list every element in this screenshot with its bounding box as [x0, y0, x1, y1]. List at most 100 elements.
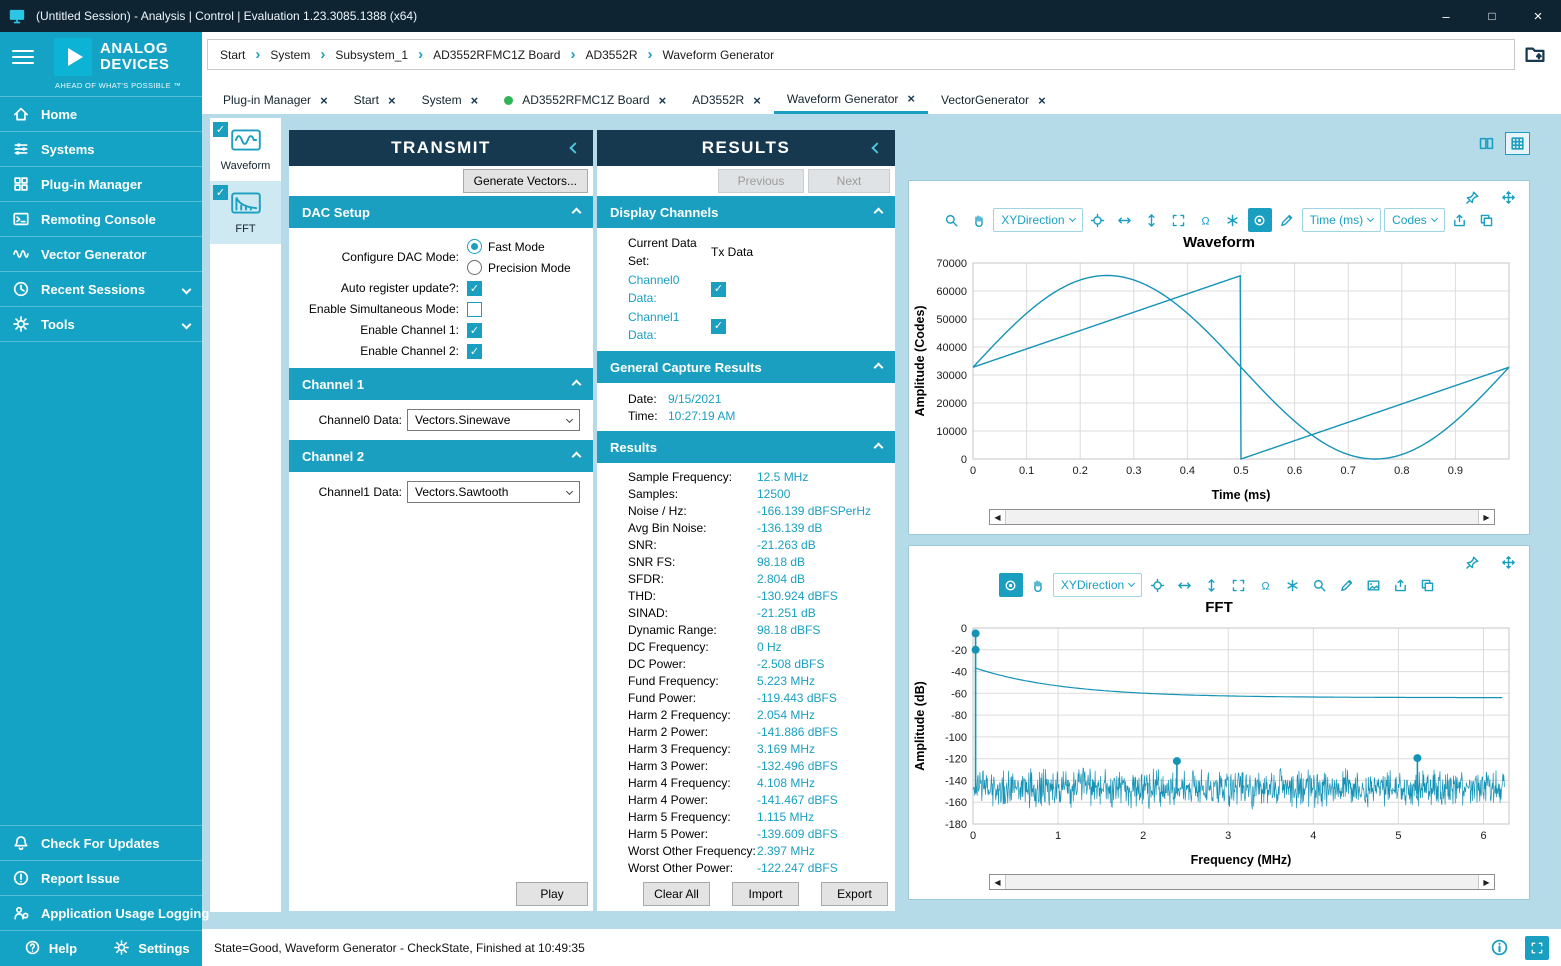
next-button[interactable]: Next — [808, 169, 890, 193]
pencil-icon[interactable] — [1275, 208, 1299, 232]
sidebar-item-recent-sessions[interactable]: Recent Sessions — [0, 272, 202, 307]
tab-close-icon[interactable]: × — [659, 94, 667, 107]
clear-all-button[interactable]: Clear All — [643, 882, 710, 906]
asterisk-icon[interactable] — [1280, 573, 1304, 597]
checkbox-channel1-data[interactable]: ✓ — [711, 319, 726, 334]
tab-close-icon[interactable]: × — [471, 94, 479, 107]
tab-close-icon[interactable]: × — [907, 92, 915, 105]
sidebar-item-systems[interactable]: Systems — [0, 132, 202, 167]
codes-button[interactable]: Codes — [1384, 208, 1445, 232]
breadcrumb-item-system[interactable]: System — [270, 48, 310, 62]
target-icon[interactable] — [1145, 573, 1169, 597]
copy-icon[interactable] — [1415, 573, 1439, 597]
export-icon[interactable] — [1388, 573, 1412, 597]
close-icon[interactable]: × — [1515, 0, 1561, 32]
tab-start[interactable]: Start× — [341, 86, 409, 114]
collapse-up-icon[interactable] — [874, 207, 884, 217]
sidebar-item-settings[interactable]: Settings — [101, 931, 202, 966]
image-icon[interactable] — [1361, 573, 1385, 597]
target-icon[interactable] — [1086, 208, 1110, 232]
h-range-icon[interactable] — [1172, 573, 1196, 597]
sidebar-item-help[interactable]: Help — [0, 931, 101, 966]
chart-layout-grid-button[interactable] — [1505, 132, 1530, 155]
checkbox-auto-register-update[interactable]: ✓ — [467, 281, 482, 296]
menu-toggle-icon[interactable] — [12, 46, 34, 68]
checkbox-enable-channel-2[interactable]: ✓ — [467, 344, 482, 359]
fft-plot[interactable]: 01234560-20-40-60-80-100-120-140-160-180… — [909, 620, 1531, 870]
maximize-icon[interactable]: □ — [1469, 0, 1515, 32]
export-button[interactable]: Export — [821, 882, 888, 906]
copy-icon[interactable] — [1475, 208, 1499, 232]
collapse-up-icon[interactable] — [572, 379, 582, 389]
sidebar-item-report-issue[interactable]: Report Issue — [0, 860, 202, 895]
view-tile-waveform[interactable]: ✓Waveform — [210, 118, 281, 181]
xydirection-button[interactable]: XYDirection — [993, 208, 1082, 232]
layout-grid-button[interactable] — [1525, 936, 1549, 960]
sidebar-item-tools[interactable]: Tools — [0, 307, 202, 342]
radio-button-icon[interactable] — [467, 239, 482, 254]
tab-close-icon[interactable]: × — [388, 94, 396, 107]
pan-icon[interactable] — [966, 208, 990, 232]
move-icon[interactable] — [1499, 188, 1517, 206]
generate-vectors-button[interactable]: Generate Vectors... — [463, 169, 588, 193]
datapoint-icon[interactable] — [1248, 208, 1272, 232]
minimize-icon[interactable]: – — [1423, 0, 1469, 32]
waveform-x-scrollbar[interactable]: ◀ ▶ — [989, 509, 1495, 525]
datapoint-icon[interactable] — [999, 573, 1023, 597]
checkbox-channel0-data[interactable]: ✓ — [711, 282, 726, 297]
waveform-plot[interactable]: 00.10.20.30.40.50.60.70.80.9010000200003… — [909, 255, 1531, 505]
sidebar-item-plugin-manager[interactable]: Plug-in Manager — [0, 167, 202, 202]
collapse-left-icon[interactable] — [871, 142, 882, 153]
scrollbar-thumb[interactable] — [1005, 510, 1479, 524]
breadcrumb-item-ad3552rfmc1z-board[interactable]: AD3552RFMC1Z Board — [433, 48, 560, 62]
sidebar-item-remoting-console[interactable]: Remoting Console — [0, 202, 202, 237]
results-header[interactable]: RESULTS — [597, 130, 895, 166]
tab-close-icon[interactable]: × — [1038, 94, 1046, 107]
tab-ad3552rfmc1z-board[interactable]: AD3552RFMC1Z Board× — [491, 86, 679, 114]
play-button[interactable]: Play — [516, 882, 588, 906]
tab-vectorgenerator[interactable]: VectorGenerator× — [928, 86, 1059, 114]
time-ms-button[interactable]: Time (ms) — [1302, 208, 1382, 232]
scrollbar-thumb[interactable] — [1005, 875, 1479, 889]
tab-close-icon[interactable]: × — [320, 94, 328, 107]
general-capture-section-header[interactable]: General Capture Results — [597, 351, 895, 383]
collapse-up-icon[interactable] — [572, 207, 582, 217]
tab-system[interactable]: System× — [409, 86, 492, 114]
import-button[interactable]: Import — [732, 882, 799, 906]
pan-icon[interactable] — [1026, 573, 1050, 597]
tab-waveform-generator[interactable]: Waveform Generator× — [774, 86, 928, 114]
zoom-icon[interactable] — [939, 208, 963, 232]
checkbox-enable-channel-1[interactable]: ✓ — [467, 323, 482, 338]
collapse-left-icon[interactable] — [569, 142, 580, 153]
sidebar-item-vector-generator[interactable]: Vector Generator — [0, 237, 202, 272]
breadcrumb-item-subsystem-1[interactable]: Subsystem_1 — [335, 48, 408, 62]
tab-ad3552r[interactable]: AD3552R× — [679, 86, 774, 114]
collapse-up-icon[interactable] — [874, 442, 884, 452]
breadcrumb-item-waveform-generator[interactable]: Waveform Generator — [662, 48, 774, 62]
export-icon[interactable] — [1448, 208, 1472, 232]
view-tile-fft[interactable]: ✓FFT — [210, 181, 281, 244]
channel2-section-header[interactable]: Channel 2 — [289, 440, 593, 472]
channel0-data-select[interactable]: Vectors.Sinewave — [407, 409, 580, 431]
xydirection-button[interactable]: XYDirection — [1053, 573, 1142, 597]
transmit-header[interactable]: TRANSMIT — [289, 130, 593, 166]
fit-icon[interactable] — [1167, 208, 1191, 232]
channel1-data-select[interactable]: Vectors.Sawtooth — [407, 481, 580, 503]
sidebar-item-usage-logging[interactable]: Application Usage Logging — [0, 895, 202, 930]
tab-plug-in-manager[interactable]: Plug-in Manager× — [210, 86, 341, 114]
display-channels-section-header[interactable]: Display Channels — [597, 196, 895, 228]
radio-button-icon[interactable] — [467, 260, 482, 275]
open-session-folder-icon[interactable] — [1521, 41, 1549, 67]
chart-layout-columns-button[interactable] — [1474, 132, 1499, 155]
omega-icon[interactable]: Ω — [1194, 208, 1218, 232]
asterisk-icon[interactable] — [1221, 208, 1245, 232]
radio-fast-mode[interactable]: Fast Mode — [467, 239, 571, 254]
zoom-icon[interactable] — [1307, 573, 1331, 597]
dac-setup-section-header[interactable]: DAC Setup — [289, 196, 593, 228]
sidebar-item-check-updates[interactable]: Check For Updates — [0, 825, 202, 860]
scroll-right-icon[interactable]: ▶ — [1479, 510, 1494, 524]
results-section-header[interactable]: Results — [597, 431, 895, 463]
collapse-up-icon[interactable] — [874, 362, 884, 372]
pencil-icon[interactable] — [1334, 573, 1358, 597]
sidebar-item-home[interactable]: Home — [0, 97, 202, 132]
